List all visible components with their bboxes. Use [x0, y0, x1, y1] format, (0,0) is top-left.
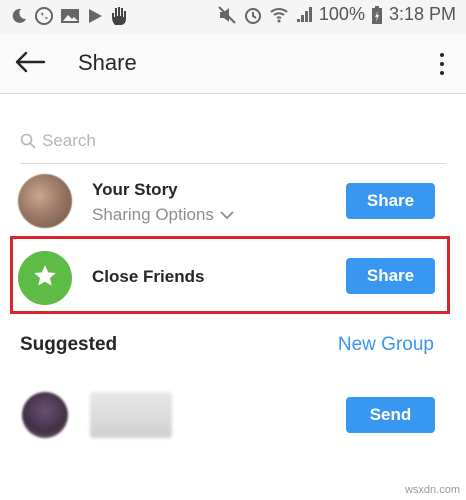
search-icon	[20, 133, 36, 149]
chevron-down-icon	[220, 205, 234, 225]
search-bar	[20, 118, 446, 164]
system-icons: 100% 3:18 PM	[217, 4, 456, 25]
more-options-icon[interactable]	[436, 50, 448, 78]
sharing-options-label: Sharing Options	[92, 205, 214, 224]
avatar	[22, 392, 68, 438]
avatar	[18, 174, 72, 228]
list-item: Send	[0, 380, 466, 450]
play-store-icon	[86, 7, 104, 25]
send-button[interactable]: Send	[346, 397, 435, 433]
battery-icon	[371, 5, 383, 25]
notification-icons	[10, 5, 130, 27]
blurred-username	[90, 392, 172, 438]
app-bar: Share	[0, 34, 466, 94]
watermark: wsxdn.com	[404, 484, 460, 496]
wifi-icon	[269, 6, 289, 24]
page-title: Share	[78, 50, 137, 75]
share-your-story-button[interactable]: Share	[346, 183, 435, 219]
whatsapp-icon	[34, 6, 54, 26]
highlight-box	[10, 236, 450, 314]
back-arrow-icon	[14, 51, 46, 78]
clock: 3:18 PM	[388, 4, 456, 24]
signal-icon	[295, 6, 313, 24]
search-input[interactable]	[42, 130, 422, 151]
moon-icon	[10, 7, 28, 25]
gallery-icon	[60, 7, 80, 25]
mute-icon	[217, 5, 237, 25]
your-story-title: Your Story	[92, 180, 178, 199]
back-button[interactable]	[12, 48, 48, 80]
alarm-icon	[243, 5, 263, 25]
sharing-options-link[interactable]: Sharing Options	[92, 205, 234, 225]
battery-percentage: 100%	[318, 4, 365, 24]
hand-icon	[110, 5, 130, 27]
status-bar: 100% 3:18 PM	[0, 0, 466, 34]
your-story-row: Your Story Sharing Options Share	[0, 166, 466, 236]
new-group-link[interactable]: New Group	[338, 334, 434, 356]
suggested-heading: Suggested	[20, 334, 118, 355]
